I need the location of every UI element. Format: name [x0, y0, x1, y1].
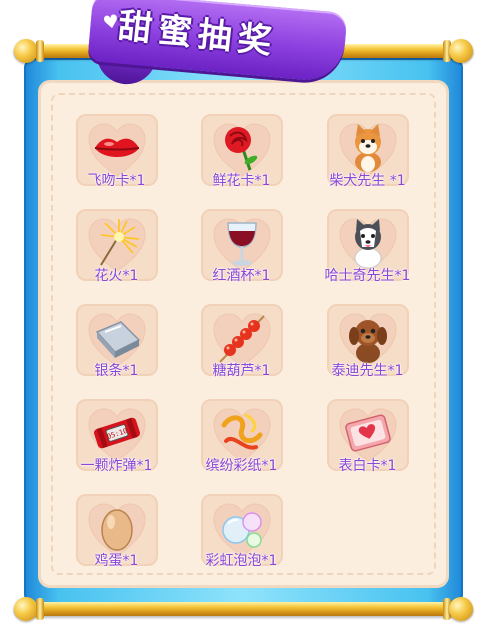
rod-knob-left	[14, 597, 38, 621]
rod-knob-right	[449, 597, 473, 621]
prize-item: 一颗炸弹*1	[54, 399, 179, 491]
prize-item: 飞吻卡*1	[54, 114, 179, 206]
rod-knob-left	[14, 39, 38, 63]
prize-label: 缤纷彩纸*1	[205, 458, 278, 474]
prize-item: 红酒杯*1	[179, 209, 304, 301]
candied-haws-icon	[216, 312, 268, 364]
prize-label: 泰迪先生*1	[331, 363, 404, 379]
bomb-icon	[91, 407, 143, 459]
prize-label: 一颗炸弹*1	[80, 458, 153, 474]
rainbow-bubbles-icon	[216, 502, 268, 554]
teddy-dog-icon	[342, 312, 394, 364]
rod-ring-left	[36, 598, 44, 620]
prize-label: 鲜花卡*1	[212, 173, 271, 189]
prize-item: 泰迪先生*1	[305, 304, 430, 396]
prize-item: 花火*1	[54, 209, 179, 301]
prize-label: 糖葫芦*1	[212, 363, 271, 379]
shiba-dog-icon	[342, 122, 394, 174]
scroll-rod-bottom	[14, 597, 473, 621]
prize-label: 红酒杯*1	[212, 268, 271, 284]
silver-bar-icon	[91, 312, 143, 364]
prize-item: 糖葫芦*1	[179, 304, 304, 396]
prize-item: 鸡蛋*1	[54, 494, 179, 586]
rod-knob-right	[449, 39, 473, 63]
prize-label: 表白卡*1	[338, 458, 397, 474]
prize-item: 缤纷彩纸*1	[179, 399, 304, 491]
confetti-icon	[216, 407, 268, 459]
wine-glass-icon	[216, 217, 268, 269]
prize-item: 彩虹泡泡*1	[179, 494, 304, 586]
prize-item: 柴犬先生 *1	[305, 114, 430, 206]
lips-icon	[91, 122, 143, 174]
prize-item: 银条*1	[54, 304, 179, 396]
prize-item: 表白卡*1	[305, 399, 430, 491]
prize-item: 鲜花卡*1	[179, 114, 304, 206]
prize-label: 飞吻卡*1	[87, 173, 146, 189]
sparkler-icon	[91, 217, 143, 269]
prize-label: 柴犬先生 *1	[329, 173, 406, 189]
rod-ring-left	[36, 40, 44, 62]
prize-label: 哈士奇先生*1	[324, 268, 411, 284]
prize-item: 哈士奇先生*1	[305, 209, 430, 301]
egg-icon	[91, 502, 143, 554]
prize-label: 银条*1	[94, 363, 139, 379]
rose-icon	[216, 122, 268, 174]
love-card-icon	[342, 407, 394, 459]
prize-label: 花火*1	[94, 268, 139, 284]
prize-label: 鸡蛋*1	[94, 553, 139, 569]
prize-label: 彩虹泡泡*1	[205, 553, 278, 569]
husky-dog-icon	[342, 217, 394, 269]
